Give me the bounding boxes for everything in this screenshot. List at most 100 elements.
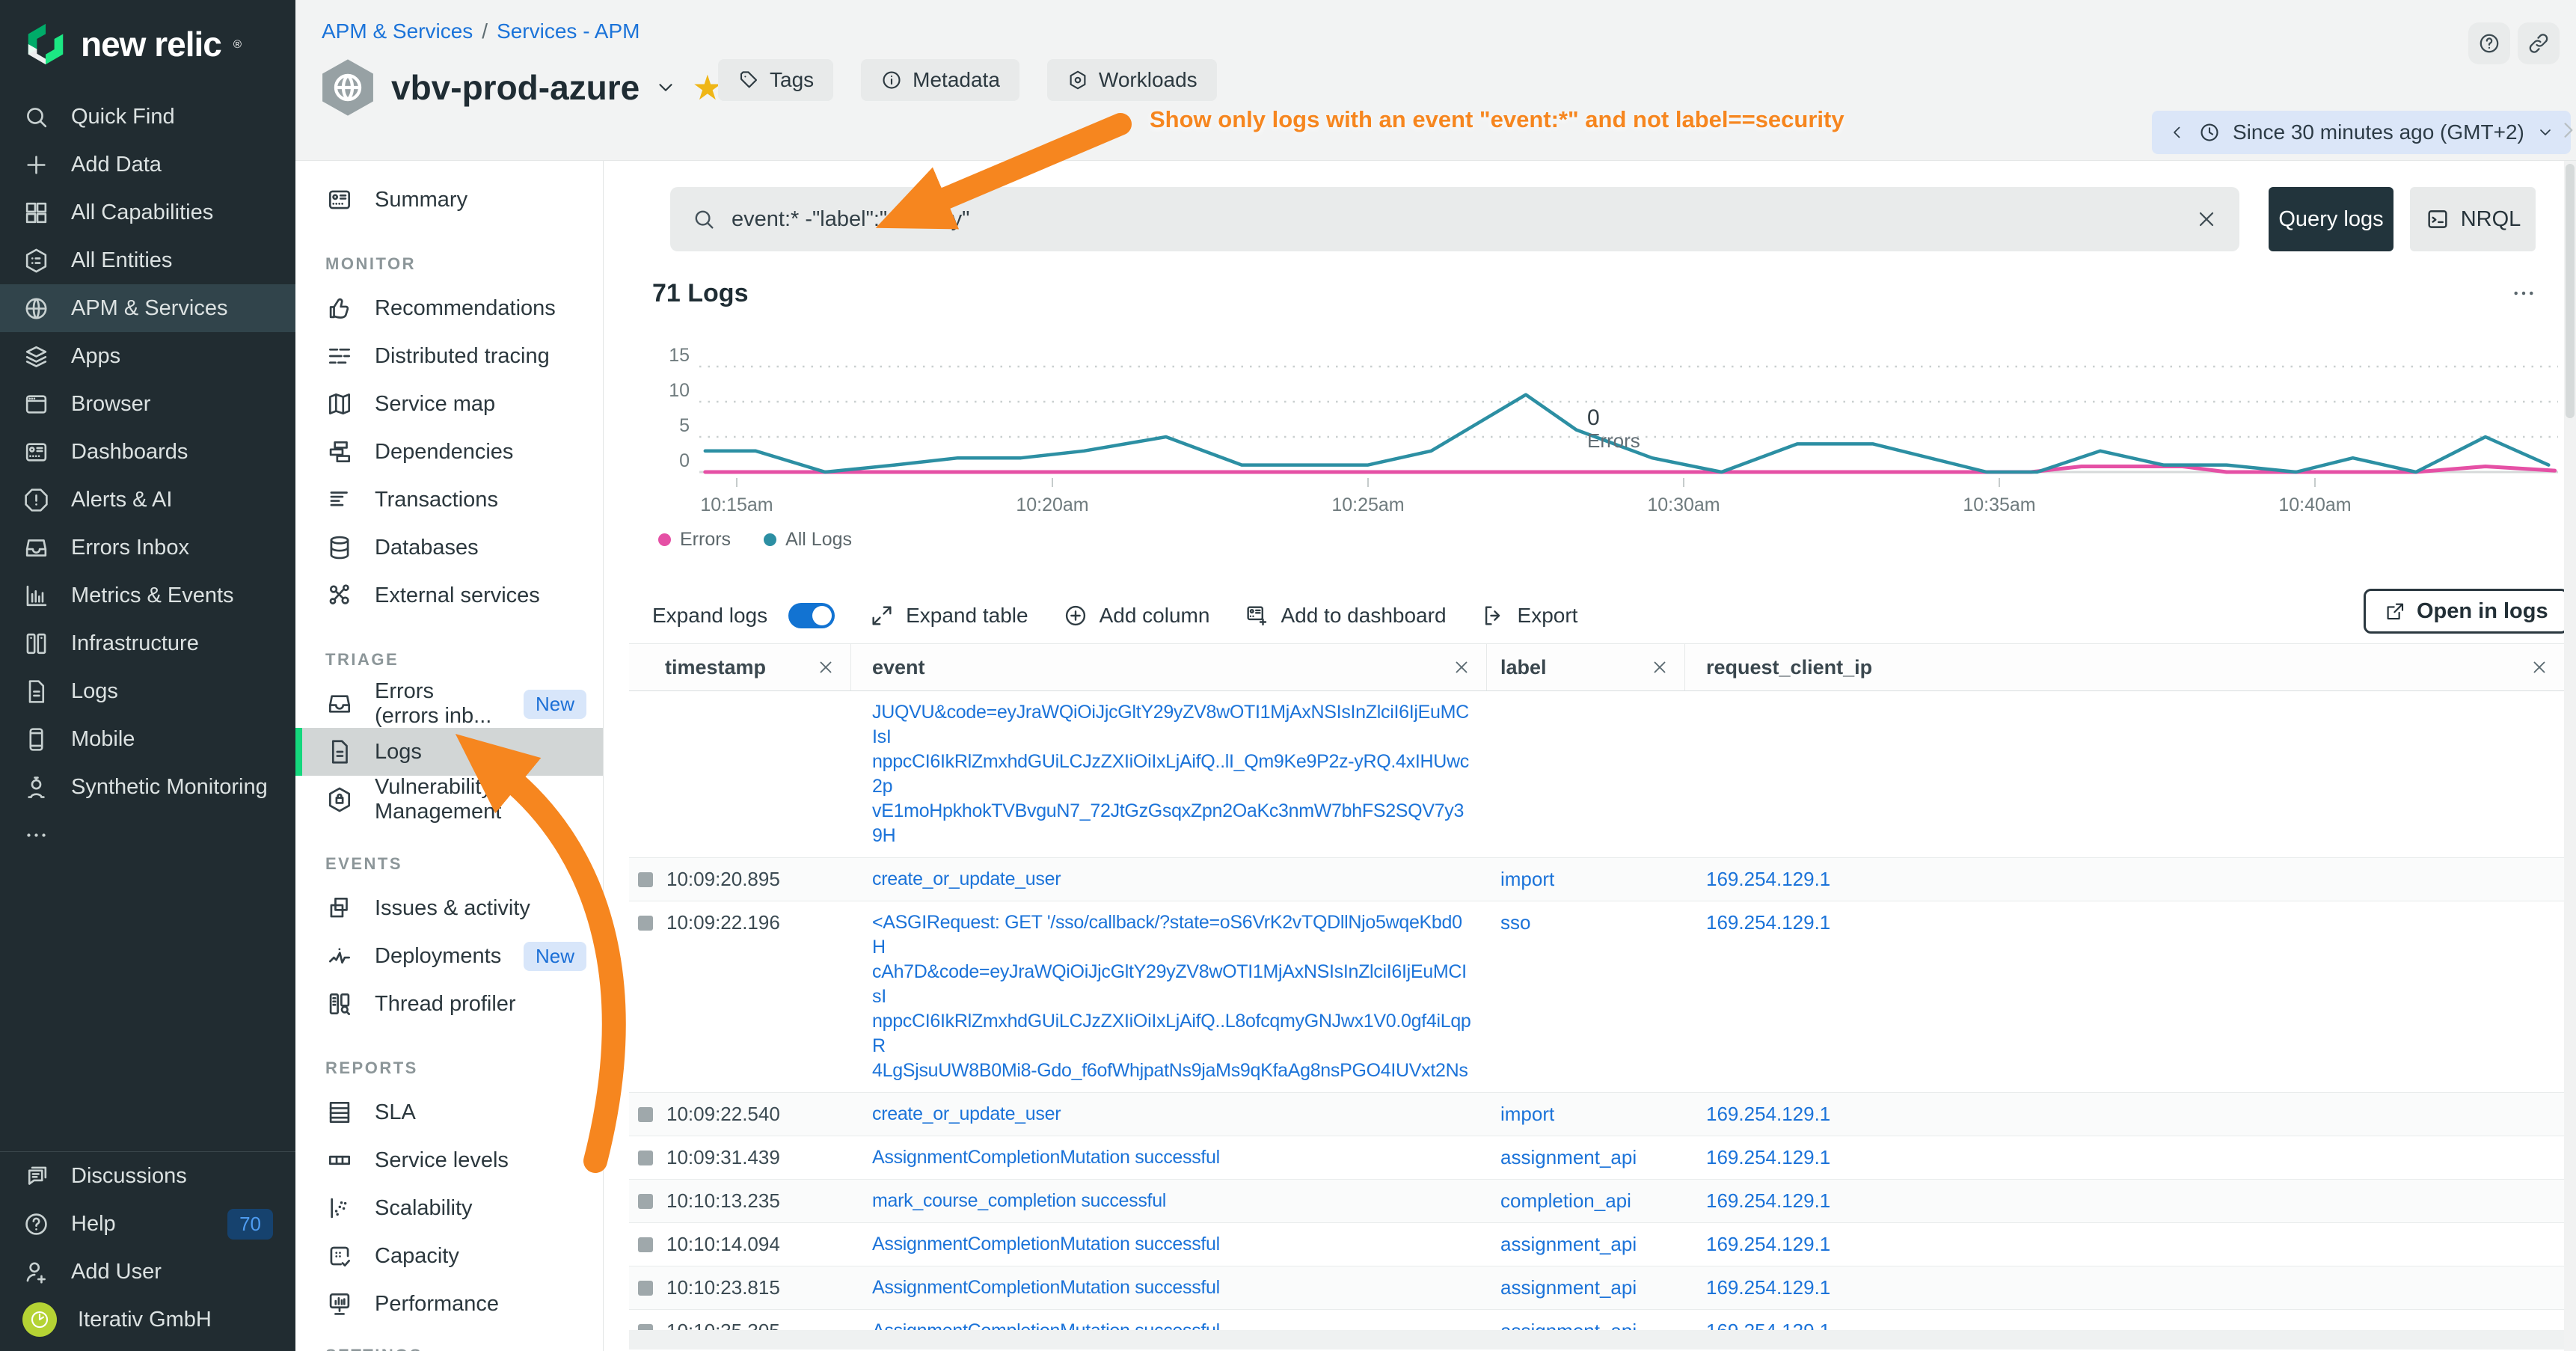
label-link[interactable]: sso — [1487, 901, 1685, 1092]
sidebar-item-more[interactable] — [0, 811, 295, 859]
open-in-logs-button[interactable]: Open in logs — [2364, 589, 2569, 634]
sidebar-item-apps[interactable]: Apps — [0, 332, 295, 380]
sidebar-item-quick-find[interactable]: Quick Find — [0, 93, 295, 141]
sidebar-item-distributed-tracing[interactable]: Distributed tracing — [295, 332, 603, 380]
sidebar-item-synthetic-monitoring[interactable]: Synthetic Monitoring — [0, 763, 295, 811]
row-checkbox[interactable] — [638, 1151, 653, 1165]
sidebar-item-sla[interactable]: SLA — [295, 1088, 603, 1136]
expand-logs-toggle[interactable] — [788, 603, 835, 628]
column-header-label[interactable]: label — [1487, 644, 1685, 690]
sidebar-item-account[interactable]: Iterativ GmbH — [0, 1296, 295, 1344]
column-header-request_client_ip[interactable]: request_client_ip — [1685, 644, 2564, 690]
time-back-icon[interactable] — [2168, 123, 2186, 141]
sidebar-item-add-data[interactable]: Add Data — [0, 141, 295, 189]
tags-button[interactable]: Tags — [718, 59, 833, 101]
sidebar-item-errors-inbox[interactable]: Errors Inbox — [0, 524, 295, 572]
remove-column-icon[interactable] — [1452, 658, 1471, 677]
label-link[interactable]: completion_api — [1487, 1180, 1685, 1222]
table-row[interactable]: 10:09:31.439AssignmentCompletionMutation… — [629, 1136, 2564, 1180]
event-link[interactable]: create_or_update_user — [851, 1093, 1487, 1136]
sidebar-item-deployments[interactable]: DeploymentsNew — [295, 932, 603, 980]
request-client-ip-link[interactable] — [1685, 691, 2564, 857]
event-link[interactable]: AssignmentCompletionMutation successful — [851, 1223, 1487, 1266]
sidebar-item-databases[interactable]: Databases — [295, 524, 603, 572]
sidebar-item-metrics-events[interactable]: Metrics & Events — [0, 572, 295, 619]
sidebar-item-alerts-ai[interactable]: Alerts & AI — [0, 476, 295, 524]
sidebar-item-transactions[interactable]: Transactions — [295, 476, 603, 524]
sidebar-item-capacity[interactable]: Capacity — [295, 1232, 603, 1280]
clear-query-icon[interactable] — [2195, 207, 2218, 231]
breadcrumb-link-apm[interactable]: APM & Services — [322, 19, 473, 43]
nrql-button[interactable]: NRQL — [2410, 187, 2536, 251]
help-button[interactable] — [2468, 22, 2510, 64]
page-scrollbar-thumb[interactable] — [2566, 164, 2575, 418]
label-link[interactable]: import — [1487, 858, 1685, 901]
row-checkbox[interactable] — [638, 872, 653, 887]
sidebar-item-external-services[interactable]: External services — [295, 572, 603, 619]
request-client-ip-link[interactable]: 169.254.129.1 — [1685, 1136, 2564, 1179]
title-chevron-down-icon[interactable] — [654, 76, 677, 99]
row-checkbox[interactable] — [638, 1281, 653, 1296]
chart-menu-icon[interactable] — [2509, 279, 2538, 307]
remove-column-icon[interactable] — [816, 658, 835, 677]
sidebar-item-apm-services[interactable]: APM & Services — [0, 284, 295, 332]
request-client-ip-link[interactable]: 169.254.129.1 — [1685, 901, 2564, 1092]
table-row[interactable]: 10:10:13.235mark_course_completion succe… — [629, 1180, 2564, 1223]
label-link[interactable] — [1487, 691, 1685, 857]
sidebar-item-discussions[interactable]: Discussions — [0, 1152, 295, 1200]
event-link[interactable]: create_or_update_user — [851, 858, 1487, 901]
sidebar-item-help[interactable]: Help70 — [0, 1200, 295, 1248]
label-link[interactable]: assignment_api — [1487, 1266, 1685, 1309]
expand-table-button[interactable]: Expand table — [869, 603, 1028, 628]
row-checkbox[interactable] — [638, 1107, 653, 1122]
sidebar-item-dependencies[interactable]: Dependencies — [295, 428, 603, 476]
sidebar-item-performance[interactable]: Performance — [295, 1280, 603, 1328]
sidebar-item-logs[interactable]: Logs — [0, 667, 295, 715]
row-checkbox[interactable] — [638, 1237, 653, 1252]
row-checkbox[interactable] — [638, 1194, 653, 1209]
request-client-ip-link[interactable]: 169.254.129.1 — [1685, 1093, 2564, 1136]
event-link[interactable]: AssignmentCompletionMutation successful — [851, 1136, 1487, 1179]
sidebar-item-vulnerability-management[interactable]: Vulnerability Management — [295, 776, 603, 824]
newrelic-logo[interactable]: new relic® — [22, 21, 242, 67]
table-row[interactable]: 10:09:20.895create_or_update_userimport1… — [629, 858, 2564, 901]
request-client-ip-link[interactable]: 169.254.129.1 — [1685, 1266, 2564, 1309]
legend-item-all-logs[interactable]: All Logs — [764, 529, 852, 551]
label-link[interactable]: assignment_api — [1487, 1223, 1685, 1266]
event-link[interactable]: mark_course_completion successful — [851, 1180, 1487, 1222]
breadcrumb-link-services[interactable]: Services - APM — [497, 19, 640, 43]
request-client-ip-link[interactable]: 169.254.129.1 — [1685, 858, 2564, 901]
remove-column-icon[interactable] — [2530, 658, 2549, 677]
table-row[interactable]: 10:10:23.815AssignmentCompletionMutation… — [629, 1266, 2564, 1310]
event-link[interactable]: <ASGIRequest: GET '/sso/callback/?state=… — [851, 901, 1487, 1092]
column-header-event[interactable]: event — [851, 644, 1487, 690]
sidebar-item-mobile[interactable]: Mobile — [0, 715, 295, 763]
table-row[interactable]: 10:09:22.540create_or_update_userimport1… — [629, 1093, 2564, 1136]
label-link[interactable]: import — [1487, 1093, 1685, 1136]
sidebar-item-infrastructure[interactable]: Infrastructure — [0, 619, 295, 667]
page-scrollbar[interactable] — [2564, 161, 2576, 1351]
sidebar-item-recommendations[interactable]: Recommendations — [295, 284, 603, 332]
sidebar-item-service-map[interactable]: Service map — [295, 380, 603, 428]
row-checkbox[interactable] — [638, 916, 653, 931]
sidebar-item-summary[interactable]: Summary — [295, 176, 603, 224]
add-column-button[interactable]: Add column — [1063, 603, 1210, 628]
table-row[interactable]: 10:09:22.196<ASGIRequest: GET '/sso/call… — [629, 901, 2564, 1093]
time-forward-icon[interactable] — [2556, 118, 2576, 142]
log-query-input[interactable] — [732, 207, 2180, 232]
sidebar-item-dashboards[interactable]: Dashboards — [0, 428, 295, 476]
permalink-button[interactable] — [2518, 22, 2560, 64]
event-link[interactable]: JUQVU&code=eyJraWQiOiJjcGltY29yZV8wOTI1M… — [851, 691, 1487, 857]
sidebar-item-thread-profiler[interactable]: Thread profiler — [295, 980, 603, 1028]
sidebar-item-service-levels[interactable]: Service levels — [295, 1136, 603, 1184]
sidebar-item-errors-inbox[interactable]: Errors (errors inb...New — [295, 680, 603, 728]
time-picker[interactable]: Since 30 minutes ago (GMT+2) — [2152, 111, 2571, 154]
sidebar-item-all-entities[interactable]: All Entities — [0, 236, 295, 284]
add-to-dashboard-button[interactable]: Add to dashboard — [1244, 603, 1446, 628]
event-link[interactable]: AssignmentCompletionMutation successful — [851, 1266, 1487, 1309]
sidebar-item-add-user[interactable]: Add User — [0, 1248, 295, 1296]
remove-column-icon[interactable] — [1650, 658, 1669, 677]
request-client-ip-link[interactable]: 169.254.129.1 — [1685, 1223, 2564, 1266]
label-link[interactable]: assignment_api — [1487, 1136, 1685, 1179]
table-row[interactable]: JUQVU&code=eyJraWQiOiJjcGltY29yZV8wOTI1M… — [629, 691, 2564, 858]
